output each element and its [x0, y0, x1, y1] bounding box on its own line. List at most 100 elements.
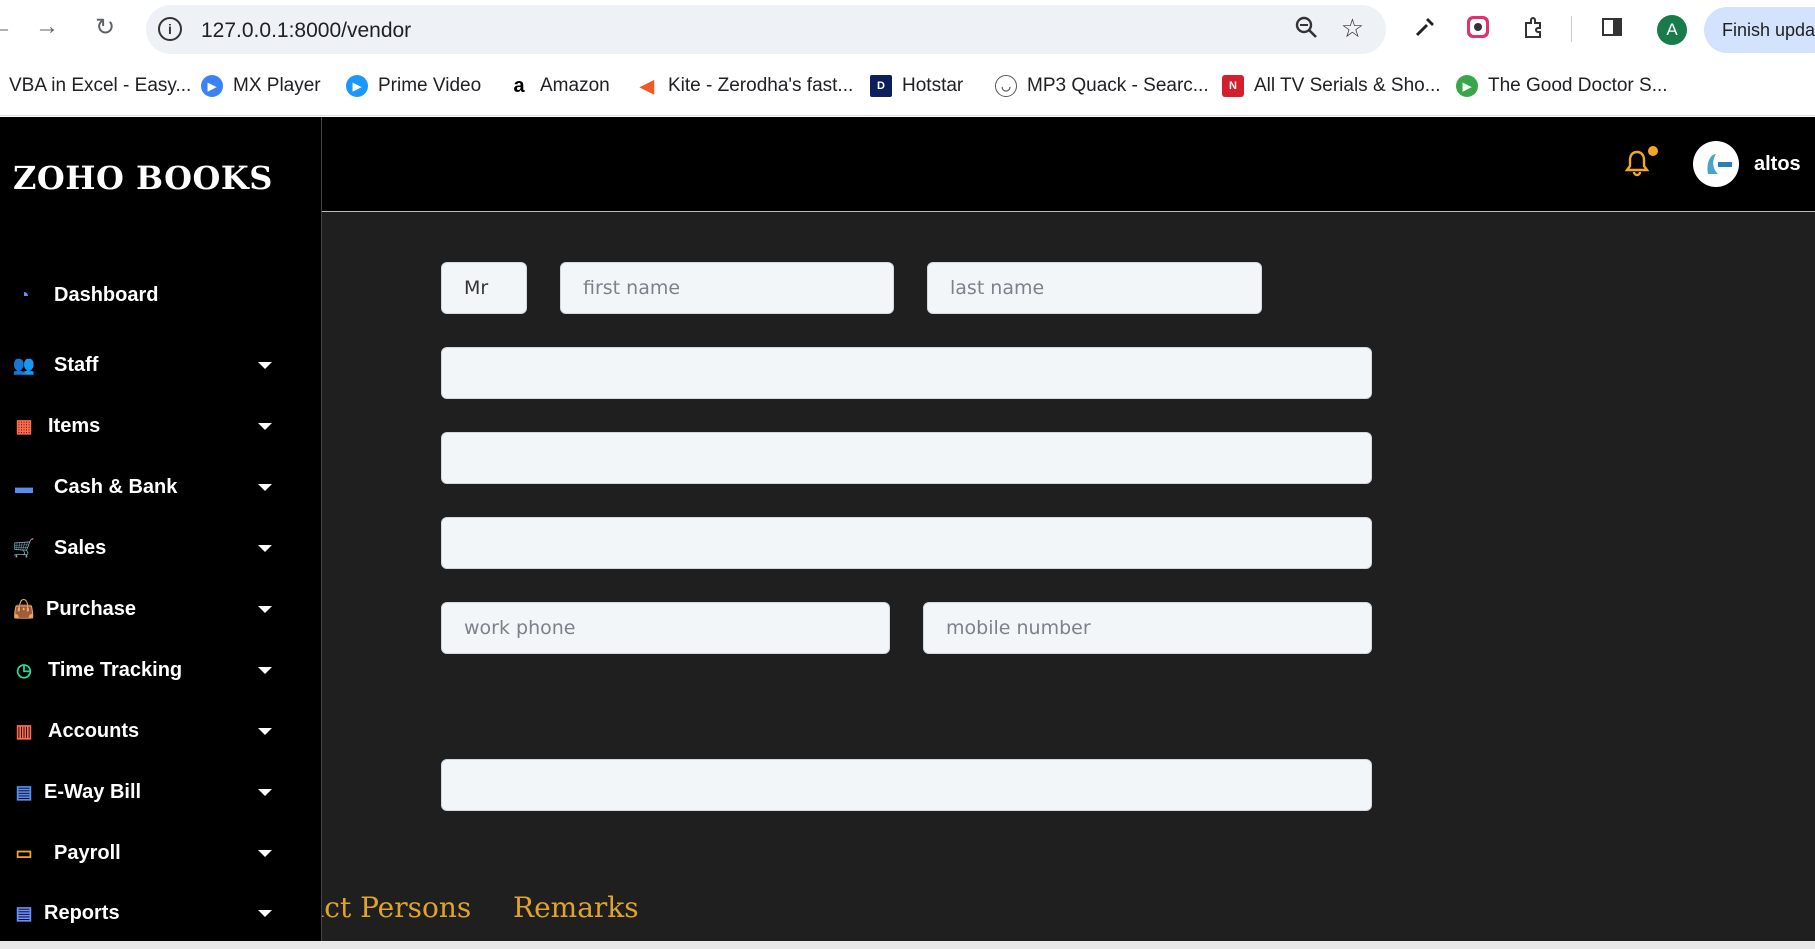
bookmark-hotstar[interactable]: D Hotstar	[870, 72, 963, 100]
sidebar-item-label: Payroll	[54, 841, 121, 864]
sidebar-item-label: Sales	[54, 536, 107, 559]
eyedropper-icon[interactable]	[1411, 13, 1439, 41]
bookmark-label: Kite - Zerodha's fast...	[668, 75, 854, 96]
bookmark-kite[interactable]: ◀ Kite - Zerodha's fast...	[636, 72, 853, 100]
bookmark-label: MP3 Quack - Searc...	[1027, 75, 1209, 96]
sidebar-item-dashboard[interactable]: ◔ Dashboard	[12, 277, 272, 313]
sidebar-item-label: Reports	[44, 901, 120, 924]
user-avatar[interactable]	[1693, 141, 1739, 187]
play-icon: ▶	[346, 75, 368, 97]
user-name[interactable]: altos	[1754, 153, 1801, 176]
forward-icon[interactable]: →	[32, 12, 62, 42]
bookmark-mx-player[interactable]: ▶ MX Player	[201, 72, 321, 100]
sidebar-item-label: Dashboard	[54, 283, 159, 306]
sidebar-item-reports[interactable]: ▤ Reports	[12, 895, 272, 931]
display-name-input[interactable]	[464, 433, 1371, 483]
last-name-field[interactable]	[927, 262, 1262, 314]
reload-icon[interactable]: ↻	[90, 12, 120, 42]
cart-icon: 🛒	[12, 537, 36, 558]
bookmark-mp3-quack[interactable]: ◡ MP3 Quack - Searc...	[995, 72, 1209, 100]
card-icon: ▭	[15, 842, 33, 863]
sidebar-item-items[interactable]: ▦ Items	[12, 408, 272, 444]
work-phone-input[interactable]	[464, 603, 889, 653]
duck-icon: ◡	[995, 75, 1017, 97]
display-name-field[interactable]	[441, 432, 1372, 484]
users-icon: 👥	[12, 354, 36, 375]
toolbar-divider	[1571, 16, 1572, 42]
money-icon: ▬	[15, 476, 33, 497]
website-input[interactable]	[464, 760, 1371, 810]
sidebar-item-accounts[interactable]: ▥ Accounts	[12, 713, 272, 749]
sidebar-item-staff[interactable]: 👥 Staff	[12, 347, 272, 383]
play-icon: ▶	[1456, 75, 1478, 97]
sidebar-item-label: Staff	[54, 353, 99, 376]
bookmark-vba-excel[interactable]: VBA in Excel - Easy...	[9, 72, 191, 100]
last-name-input[interactable]	[950, 263, 1261, 313]
salutation-value: Mr	[464, 277, 489, 299]
bookmark-label: Amazon	[540, 75, 610, 96]
bag-icon: 👜	[12, 598, 36, 619]
chevron-down-icon	[258, 545, 272, 552]
bookmark-label: The Good Doctor S...	[1488, 75, 1668, 96]
company-name-field[interactable]	[441, 347, 1372, 399]
sidebar-item-eway-bill[interactable]: ▤ E-Way Bill	[12, 774, 272, 810]
bookmark-label: MX Player	[233, 75, 321, 96]
work-phone-field[interactable]	[441, 602, 890, 654]
first-name-field[interactable]	[560, 262, 894, 314]
extensions-icon[interactable]	[1520, 13, 1548, 41]
site-info-icon[interactable]: i	[158, 17, 182, 41]
mobile-number-field[interactable]	[923, 602, 1372, 654]
bookmark-good-doctor[interactable]: ▶ The Good Doctor S...	[1456, 72, 1668, 100]
browser-toolbar: ← → ↻ i 127.0.0.1:8000/vendor ☆ A Finish…	[0, 0, 1815, 58]
top-bar: altos	[322, 117, 1815, 212]
sidebar-item-sales[interactable]: 🛒 Sales	[12, 530, 272, 566]
bookmark-label: Hotstar	[902, 75, 964, 96]
finish-update-button[interactable]: Finish update	[1704, 7, 1815, 53]
email-input[interactable]	[464, 518, 1371, 568]
chevron-down-icon	[258, 728, 272, 735]
chevron-down-icon	[258, 789, 272, 796]
back-icon[interactable]: ←	[0, 12, 16, 42]
email-field[interactable]	[441, 517, 1372, 569]
url-text[interactable]: 127.0.0.1:8000/vendor	[201, 19, 411, 43]
window-bottom-edge	[0, 941, 1815, 949]
side-panel-icon[interactable]	[1598, 13, 1626, 41]
chevron-down-icon	[258, 606, 272, 613]
sidebar-item-purchase[interactable]: 👜 Purchase	[12, 591, 272, 627]
notification-bell-icon[interactable]	[1624, 149, 1650, 184]
dashboard-icon: ◔	[18, 284, 30, 305]
brand-logo-text[interactable]: ZOHO BOOKS	[13, 159, 273, 197]
salutation-select[interactable]: Mr	[441, 262, 527, 314]
bookmark-star-icon[interactable]: ☆	[1341, 13, 1364, 44]
bookmark-label: Prime Video	[378, 75, 482, 96]
sidebar-item-time-tracking[interactable]: ◷ Time Tracking	[12, 652, 272, 688]
first-name-input[interactable]	[583, 263, 893, 313]
app-container: ZOHO BOOKS ◔ Dashboard 👥 Staff ▦ Items ▬…	[0, 117, 1815, 941]
color-picker-icon[interactable]	[1464, 13, 1492, 41]
file-icon: ▤	[15, 781, 33, 802]
bar-chart-icon: ▥	[15, 720, 33, 741]
bookmark-label: All TV Serials & Sho...	[1254, 75, 1441, 96]
mobile-number-input[interactable]	[946, 603, 1371, 653]
play-icon: ▶	[201, 75, 223, 97]
sidebar-item-cash-bank[interactable]: ▬ Cash & Bank	[12, 469, 272, 505]
bookmark-amazon[interactable]: a Amazon	[508, 72, 610, 100]
sidebar-item-label: Accounts	[48, 719, 140, 742]
chevron-down-icon	[258, 484, 272, 491]
chevron-down-icon	[258, 850, 272, 857]
website-field[interactable]	[441, 759, 1372, 811]
zoom-icon[interactable]	[1294, 15, 1318, 46]
company-name-input[interactable]	[464, 348, 1371, 398]
grid-icon: ▦	[15, 415, 33, 436]
tv-icon: N	[1222, 75, 1244, 97]
sidebar-item-payroll[interactable]: ▭ Payroll	[12, 835, 272, 871]
sidebar-item-label: Time Tracking	[48, 658, 183, 681]
profile-avatar[interactable]: A	[1657, 15, 1687, 45]
notification-dot	[1648, 146, 1658, 156]
bookmark-prime-video[interactable]: ▶ Prime Video	[346, 72, 481, 100]
bookmark-tv-serials[interactable]: N All TV Serials & Sho...	[1222, 72, 1441, 100]
tab-remarks[interactable]: Remarks	[513, 891, 639, 924]
amazon-icon: a	[508, 75, 530, 97]
kite-icon: ◀	[636, 75, 658, 97]
address-bar[interactable]: i 127.0.0.1:8000/vendor ☆	[146, 5, 1386, 54]
